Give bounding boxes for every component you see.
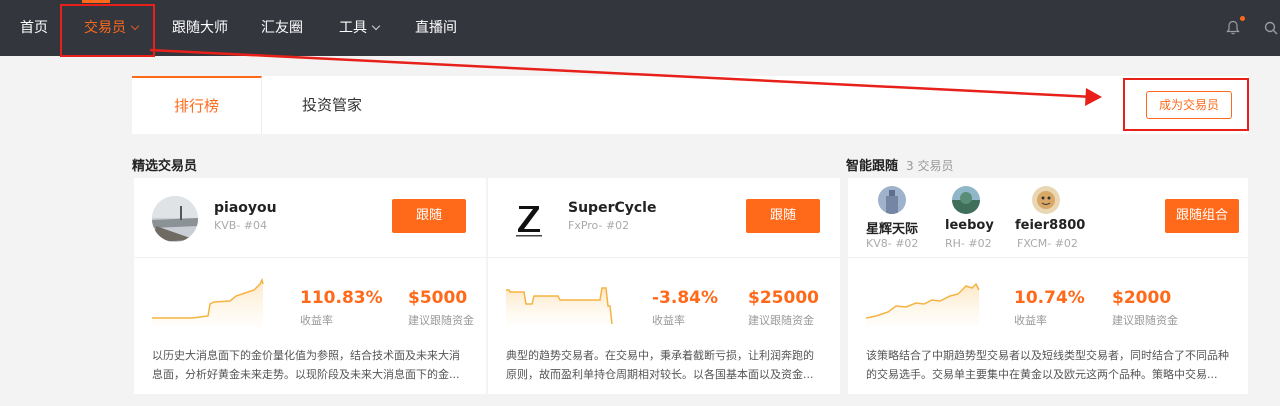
highlight-box-become-trader — [1123, 78, 1249, 131]
return-sparkline — [152, 277, 264, 326]
nav-item-community[interactable]: 汇友圈 — [261, 0, 303, 56]
trader-card-header: piaoyou KVB- #04 跟随 — [134, 178, 486, 258]
avatar[interactable] — [152, 196, 198, 242]
avatar[interactable] — [1032, 186, 1060, 214]
smart-follow-title-text: 智能跟随 — [846, 159, 899, 174]
trader-card-header: SuperCycle FxPro- #02 跟随 — [488, 178, 840, 258]
nav-item-live-room[interactable]: 直播间 — [415, 0, 457, 56]
follow-button[interactable]: 跟随 — [746, 199, 820, 233]
trader-broker-rank: FxPro- #02 — [568, 219, 630, 232]
top-navigation: 首页 交易员 跟随大师 汇友圈 工具 直播间 — [0, 0, 1280, 56]
return-sparkline — [506, 287, 613, 325]
featured-section-title: 精选交易员 — [132, 159, 198, 174]
trader-name[interactable]: piaoyou — [214, 200, 277, 216]
return-sparkline — [866, 282, 980, 326]
smart-follow-title: 智能跟随 3 交易员 — [846, 155, 953, 174]
follow-button[interactable]: 跟随 — [392, 199, 466, 233]
member-name[interactable]: 星辉天际 — [866, 218, 918, 237]
return-rate-value: -3.84% — [652, 288, 719, 308]
highlight-box-traders — [60, 4, 155, 57]
suggested-fund-value: $2000 — [1112, 288, 1172, 308]
suggested-fund-label: 建议跟随资金 — [408, 314, 474, 327]
strategy-description: 该策略结合了中期趋势型交易者以及短线类型交易者，同时结合了不同品种的交易选手。交… — [866, 349, 1229, 381]
suggested-fund-value: $5000 — [408, 288, 468, 308]
return-rate-label: 收益率 — [1014, 314, 1047, 327]
nav-item-tools-label: 工具 — [339, 20, 367, 36]
nav-item-home[interactable]: 首页 — [20, 0, 48, 56]
avatar[interactable] — [506, 196, 552, 242]
follow-portfolio-button[interactable]: 跟随组合 — [1165, 199, 1239, 233]
trader-card-piaoyou[interactable]: piaoyou KVB- #04 跟随 110.83% 收益率 $5000 建议… — [134, 178, 486, 394]
chevron-down-icon — [371, 21, 381, 31]
smart-follow-count: 3 交易员 — [906, 159, 954, 173]
suggested-fund-value: $25000 — [748, 288, 819, 308]
return-rate-label: 收益率 — [652, 314, 685, 327]
tabs-panel: 排行榜 投资管家 — [132, 76, 1248, 134]
member-broker-rank: RH- #02 — [945, 237, 992, 250]
trader-description: 典型的趋势交易者。在交易中，秉承着截断亏损，让利润奔跑的原则，故而盈利单持仓周期… — [506, 349, 814, 381]
member-broker-rank: KV8- #02 — [866, 237, 919, 250]
trader-broker-rank: KVB- #04 — [214, 219, 267, 232]
trader-card-supercycle[interactable]: SuperCycle FxPro- #02 跟随 -3.84% 收益率 $250… — [488, 178, 840, 394]
bell-icon[interactable] — [1226, 20, 1240, 35]
tab-leaderboard[interactable]: 排行榜 — [132, 76, 262, 134]
tab-investment-manager[interactable]: 投资管家 — [262, 76, 402, 134]
member-broker-rank: FXCM- #02 — [1017, 237, 1078, 250]
return-rate-value: 110.83% — [300, 288, 383, 308]
avatar[interactable] — [878, 186, 906, 214]
member-name[interactable]: feier8800 — [1015, 218, 1085, 233]
trader-description: 以历史大消息面下的金价量化值为参照，结合技术面及未来大消息面，分析好黄金未来走势… — [152, 349, 460, 381]
nav-item-tools[interactable]: 工具 — [339, 0, 381, 56]
return-rate-label: 收益率 — [300, 314, 333, 327]
suggested-fund-label: 建议跟随资金 — [748, 314, 814, 327]
notification-dot — [1240, 16, 1245, 21]
avatar[interactable] — [952, 186, 980, 214]
suggested-fund-label: 建议跟随资金 — [1112, 314, 1178, 327]
member-name[interactable]: leeboy — [945, 218, 994, 233]
search-icon[interactable] — [1264, 21, 1278, 35]
trader-name[interactable]: SuperCycle — [568, 200, 656, 216]
return-rate-value: 10.74% — [1014, 288, 1085, 308]
nav-item-follow-masters[interactable]: 跟随大师 — [172, 0, 228, 56]
